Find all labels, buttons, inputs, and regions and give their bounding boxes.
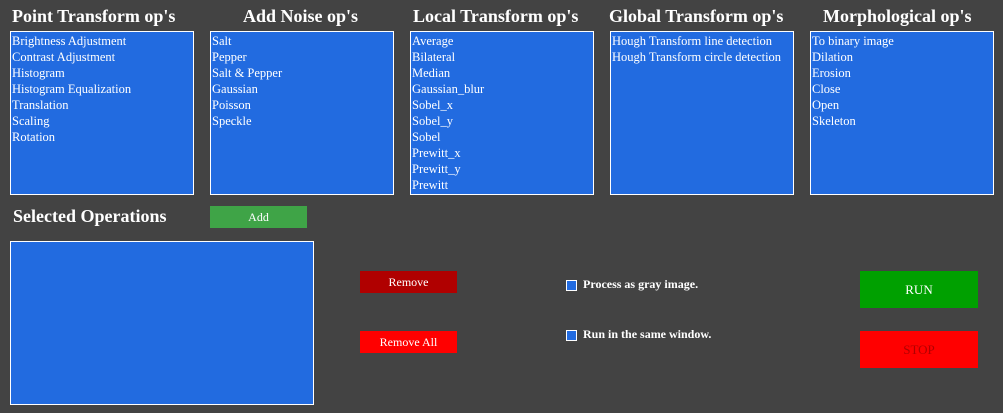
heading-add-noise: Add Noise op's	[243, 6, 359, 26]
heading-point-transform: Point Transform op's	[12, 6, 176, 26]
local-transform-item[interactable]: Average	[412, 33, 593, 49]
point-transform-item[interactable]: Histogram Equalization	[12, 81, 193, 97]
same-window-label: Run in the same window.	[583, 327, 712, 341]
same-window-option[interactable]: Run in the same window.	[566, 327, 711, 342]
local-transform-item[interactable]: Median	[412, 65, 593, 81]
morphological-item[interactable]: Close	[812, 81, 993, 97]
add-noise-item[interactable]: Salt	[212, 33, 393, 49]
global-transform-list[interactable]: Hough Transform line detection Hough Tran…	[610, 31, 794, 195]
gray-image-checkbox[interactable]	[566, 280, 577, 291]
morphological-item[interactable]: Dilation	[812, 49, 993, 65]
same-window-checkbox[interactable]	[566, 330, 577, 341]
add-noise-item[interactable]: Salt & Pepper	[212, 65, 393, 81]
add-button[interactable]: Add	[210, 206, 307, 228]
local-transform-item[interactable]: Prewitt_y	[412, 161, 593, 177]
remove-button[interactable]: Remove	[360, 271, 457, 293]
stop-button[interactable]: STOP	[860, 331, 978, 368]
gray-image-label: Process as gray image.	[583, 277, 699, 291]
gray-image-option[interactable]: Process as gray image.	[566, 277, 698, 292]
local-transform-item[interactable]: Bilateral	[412, 49, 593, 65]
point-transform-item[interactable]: Histogram	[12, 65, 193, 81]
morphological-item[interactable]: Erosion	[812, 65, 993, 81]
selected-operations-list[interactable]	[10, 241, 314, 405]
morphological-list[interactable]: To binary image Dilation Erosion Close Open S…	[810, 31, 994, 195]
selected-operations-heading: Selected Operations	[13, 206, 167, 226]
heading-global-transform: Global Transform op's	[609, 6, 784, 26]
point-transform-list[interactable]: Brightness Adjustment Contrast Adjustment…	[10, 31, 194, 195]
point-transform-item[interactable]: Contrast Adjustment	[12, 49, 193, 65]
local-transform-item[interactable]: Sobel	[412, 129, 593, 145]
point-transform-item[interactable]: Translation	[12, 97, 193, 113]
add-noise-item[interactable]: Gaussian	[212, 81, 393, 97]
morphological-item[interactable]: Skeleton	[812, 113, 993, 129]
global-transform-item[interactable]: Hough Transform line detection	[612, 33, 793, 49]
add-noise-item[interactable]: Poisson	[212, 97, 393, 113]
add-noise-item[interactable]: Speckle	[212, 113, 393, 129]
local-transform-item[interactable]: Prewitt_x	[412, 145, 593, 161]
heading-morphological: Morphological op's	[823, 6, 972, 26]
point-transform-item[interactable]: Rotation	[12, 129, 193, 145]
morphological-item[interactable]: Open	[812, 97, 993, 113]
local-transform-item[interactable]: Gaussian_blur	[412, 81, 593, 97]
heading-local-transform: Local Transform op's	[413, 6, 579, 26]
local-transform-item[interactable]: Prewitt	[412, 177, 593, 193]
add-noise-item[interactable]: Pepper	[212, 49, 393, 65]
add-noise-list[interactable]: Salt Pepper Salt & Pepper Gaussian Poisson Sp…	[210, 31, 394, 195]
local-transform-item[interactable]: Sobel_y	[412, 113, 593, 129]
remove-all-button[interactable]: Remove All	[360, 331, 457, 353]
global-transform-item[interactable]: Hough Transform circle detection	[612, 49, 793, 65]
local-transform-list[interactable]: Average Bilateral Median Gaussian_blur Sobel…	[410, 31, 594, 195]
morphological-item[interactable]: To binary image	[812, 33, 993, 49]
run-button[interactable]: RUN	[860, 271, 978, 308]
local-transform-item[interactable]: Sobel_x	[412, 97, 593, 113]
point-transform-item[interactable]: Scaling	[12, 113, 193, 129]
point-transform-item[interactable]: Brightness Adjustment	[12, 33, 193, 49]
